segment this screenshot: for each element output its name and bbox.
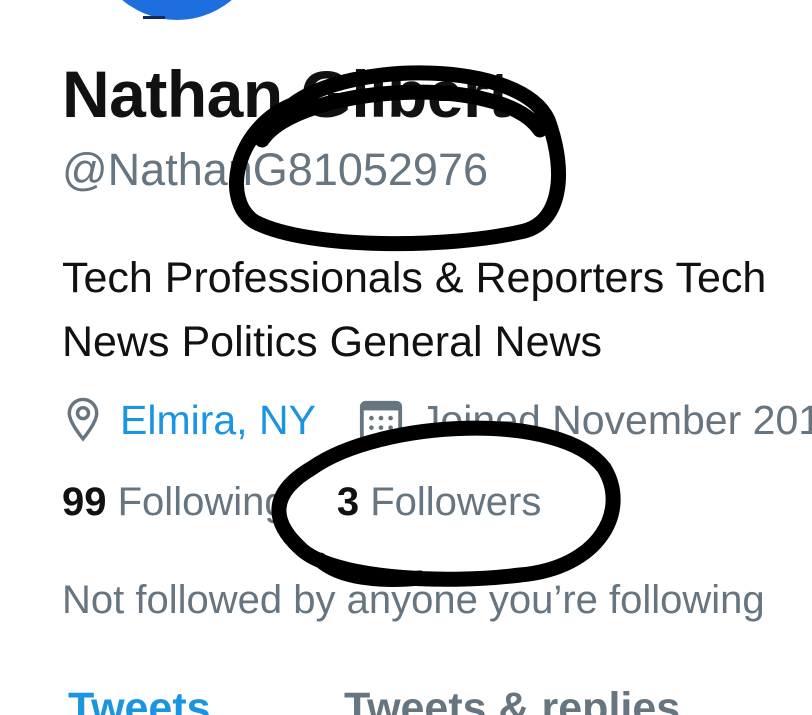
tab-tweets[interactable]: Tweets: [68, 684, 211, 715]
following-count: 99: [62, 480, 107, 524]
profile-name: Nathan Gilbert: [62, 57, 510, 131]
profile-meta: Elmira, NY Joined November 2019: [62, 394, 812, 446]
bio-line: Tech Professionals & Reporters Tech: [62, 254, 767, 302]
followers-label: Followers: [370, 480, 542, 524]
bio-line: News Politics General News: [62, 318, 603, 366]
location-pin-icon: [67, 397, 99, 442]
follow-counts: 99 Following 3 Followers: [62, 480, 541, 525]
following-label: Following: [117, 480, 287, 524]
profile-bio: Tech Professionals & Reporters Tech News…: [62, 246, 812, 374]
location-link[interactable]: Elmira, NY: [120, 397, 316, 444]
avatar-detail: [143, 0, 165, 19]
followers-count: 3: [336, 480, 360, 524]
joined-date: Joined November 2019: [419, 396, 812, 443]
tab-tweets-replies[interactable]: Tweets & replies: [344, 684, 680, 715]
not-followed-text: Not followed by anyone you’re following: [62, 578, 765, 622]
following-link[interactable]: 99 Following: [62, 480, 298, 524]
calendar-icon: [359, 400, 403, 442]
followers-link[interactable]: 3 Followers: [337, 480, 542, 524]
profile-handle: @NathanG81052976: [62, 144, 489, 195]
avatar[interactable]: [92, 0, 262, 20]
